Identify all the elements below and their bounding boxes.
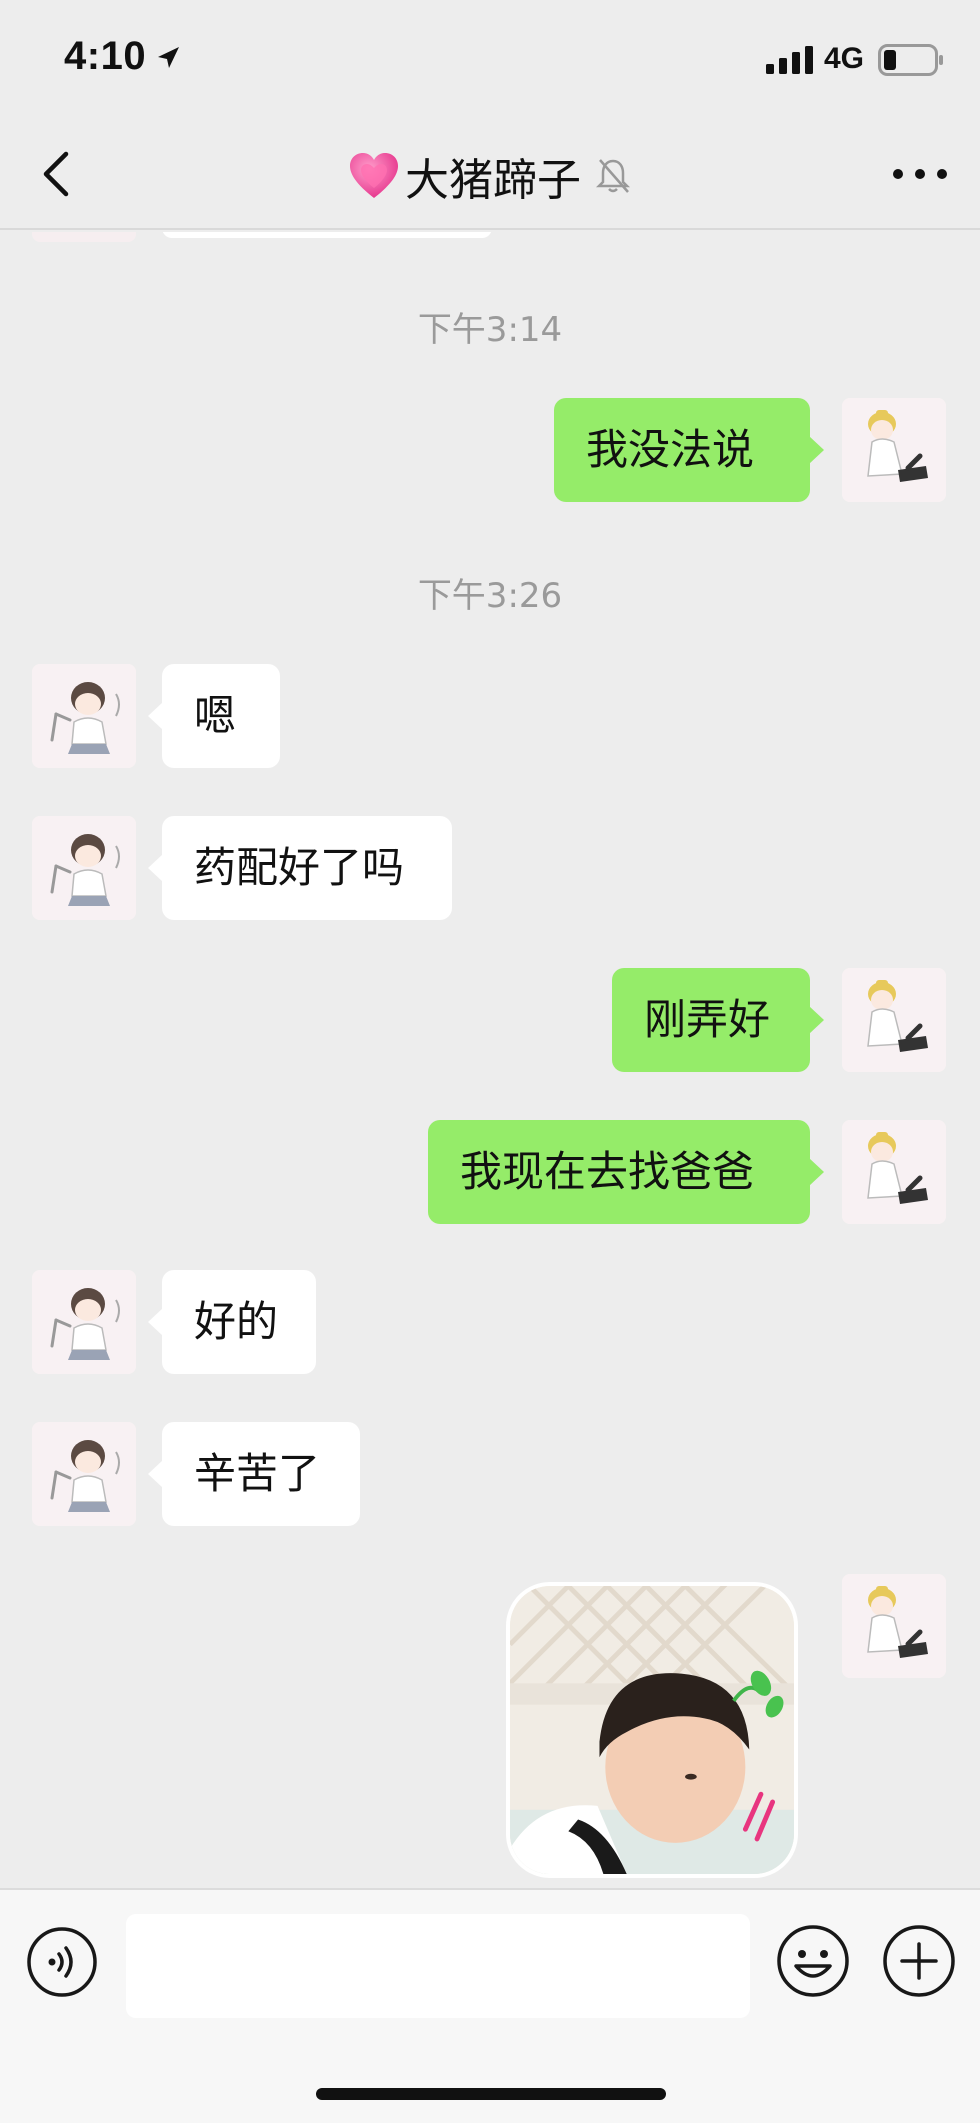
battery-icon bbox=[878, 44, 943, 76]
emoji-icon[interactable] bbox=[776, 1924, 850, 1998]
location-arrow-icon bbox=[158, 47, 179, 68]
partial-message-bubble bbox=[162, 232, 492, 238]
pink-heart-icon bbox=[349, 153, 398, 198]
timestamp: 下午3:26 bbox=[417, 576, 563, 616]
status-bar: 4:10 4G bbox=[0, 0, 980, 118]
plus-icon[interactable] bbox=[882, 1924, 956, 1998]
my-avatar[interactable] bbox=[842, 1120, 946, 1224]
message-bubble-outgoing[interactable]: 刚弄好 bbox=[612, 968, 824, 1072]
network-label: 4G bbox=[824, 42, 865, 75]
message-input[interactable] bbox=[126, 1914, 750, 2018]
my-avatar[interactable] bbox=[842, 398, 946, 502]
voice-icon[interactable] bbox=[26, 1926, 98, 1998]
chat-title-area: 大猪蹄子 bbox=[0, 144, 980, 206]
message-bubble-incoming[interactable]: 好的 bbox=[148, 1270, 316, 1374]
message-bubble-incoming[interactable]: 辛苦了 bbox=[148, 1422, 360, 1526]
home-indicator bbox=[316, 2088, 666, 2100]
more-dots-icon[interactable] bbox=[888, 152, 952, 196]
my-avatar[interactable] bbox=[842, 968, 946, 1072]
sticker-image[interactable] bbox=[506, 1582, 798, 1878]
message-bubble-outgoing[interactable]: 我现在去找爸爸 bbox=[428, 1120, 824, 1224]
contact-avatar[interactable] bbox=[32, 1270, 136, 1374]
chat-title: 大猪蹄子 bbox=[405, 155, 581, 206]
message-bubble-outgoing[interactable]: 我没法说 bbox=[554, 398, 824, 502]
my-avatar[interactable] bbox=[842, 1574, 946, 1678]
chat-message-list[interactable]: 下午3:14 我没法说 下午3:26 嗯 药配好了吗 刚弄好 我现在去找爸爸 好… bbox=[0, 232, 980, 1888]
message-bubble-incoming[interactable]: 药配好了吗 bbox=[148, 816, 452, 920]
nav-bar: 大猪蹄子 bbox=[0, 118, 980, 230]
partial-avatar bbox=[32, 232, 136, 242]
contact-avatar[interactable] bbox=[32, 816, 136, 920]
message-bubble-incoming[interactable]: 嗯 bbox=[148, 664, 280, 768]
contact-avatar[interactable] bbox=[32, 664, 136, 768]
timestamp: 下午3:14 bbox=[417, 310, 563, 350]
status-time: 4:10 bbox=[64, 34, 147, 78]
muted-bell-icon bbox=[596, 159, 631, 193]
signal-bars-icon bbox=[766, 46, 813, 74]
contact-avatar[interactable] bbox=[32, 1422, 136, 1526]
